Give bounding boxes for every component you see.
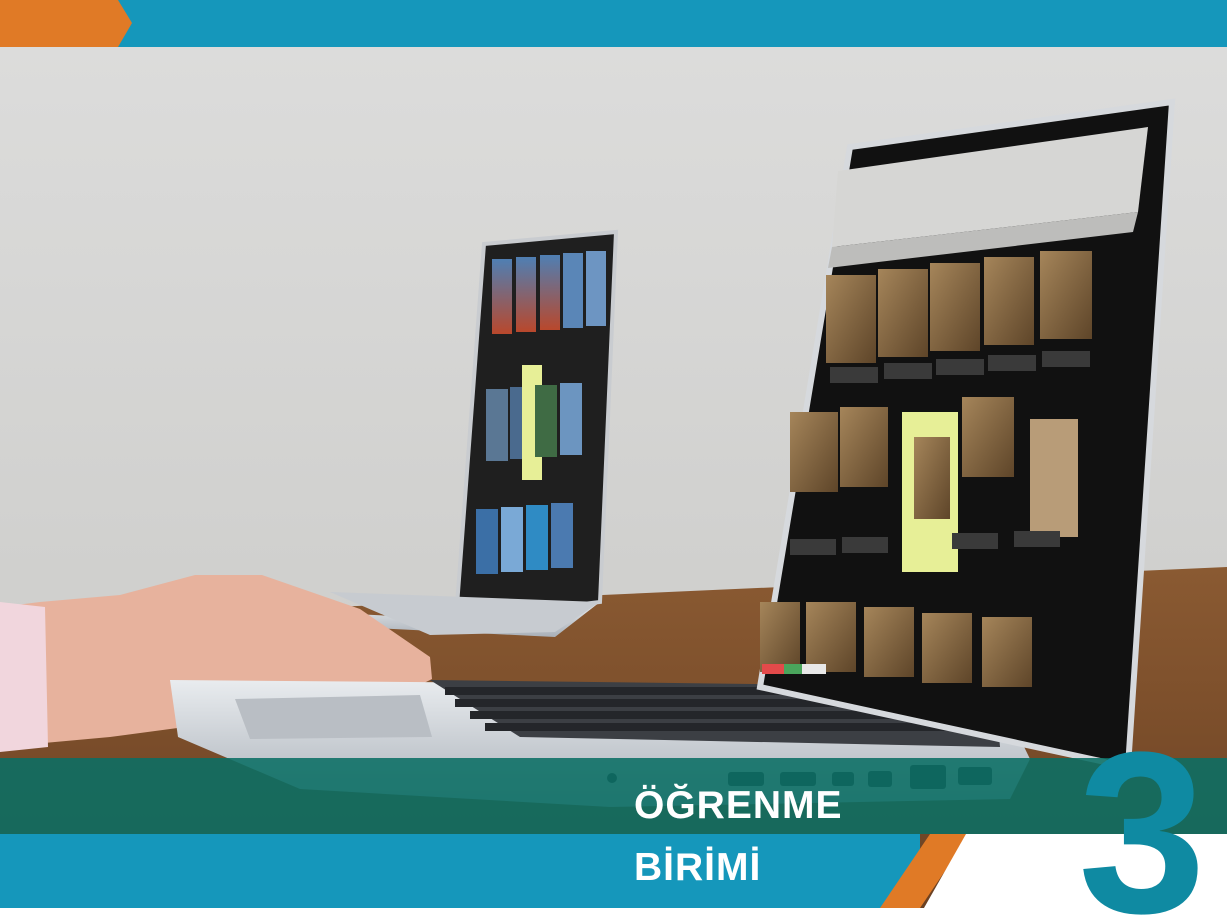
bottom-margin (0, 908, 1227, 915)
cover-page: ÖĞRENME BİRİMİ 3 (0, 0, 1227, 915)
unit-title-line-2: BİRİMİ (634, 846, 762, 889)
top-banner-accent (0, 0, 132, 47)
top-banner (0, 0, 1227, 47)
title-band-blue (0, 834, 920, 908)
unit-number: 3 (1078, 704, 1206, 915)
title-band-teal (0, 758, 1227, 834)
unit-title-line-1: ÖĞRENME (634, 784, 843, 827)
